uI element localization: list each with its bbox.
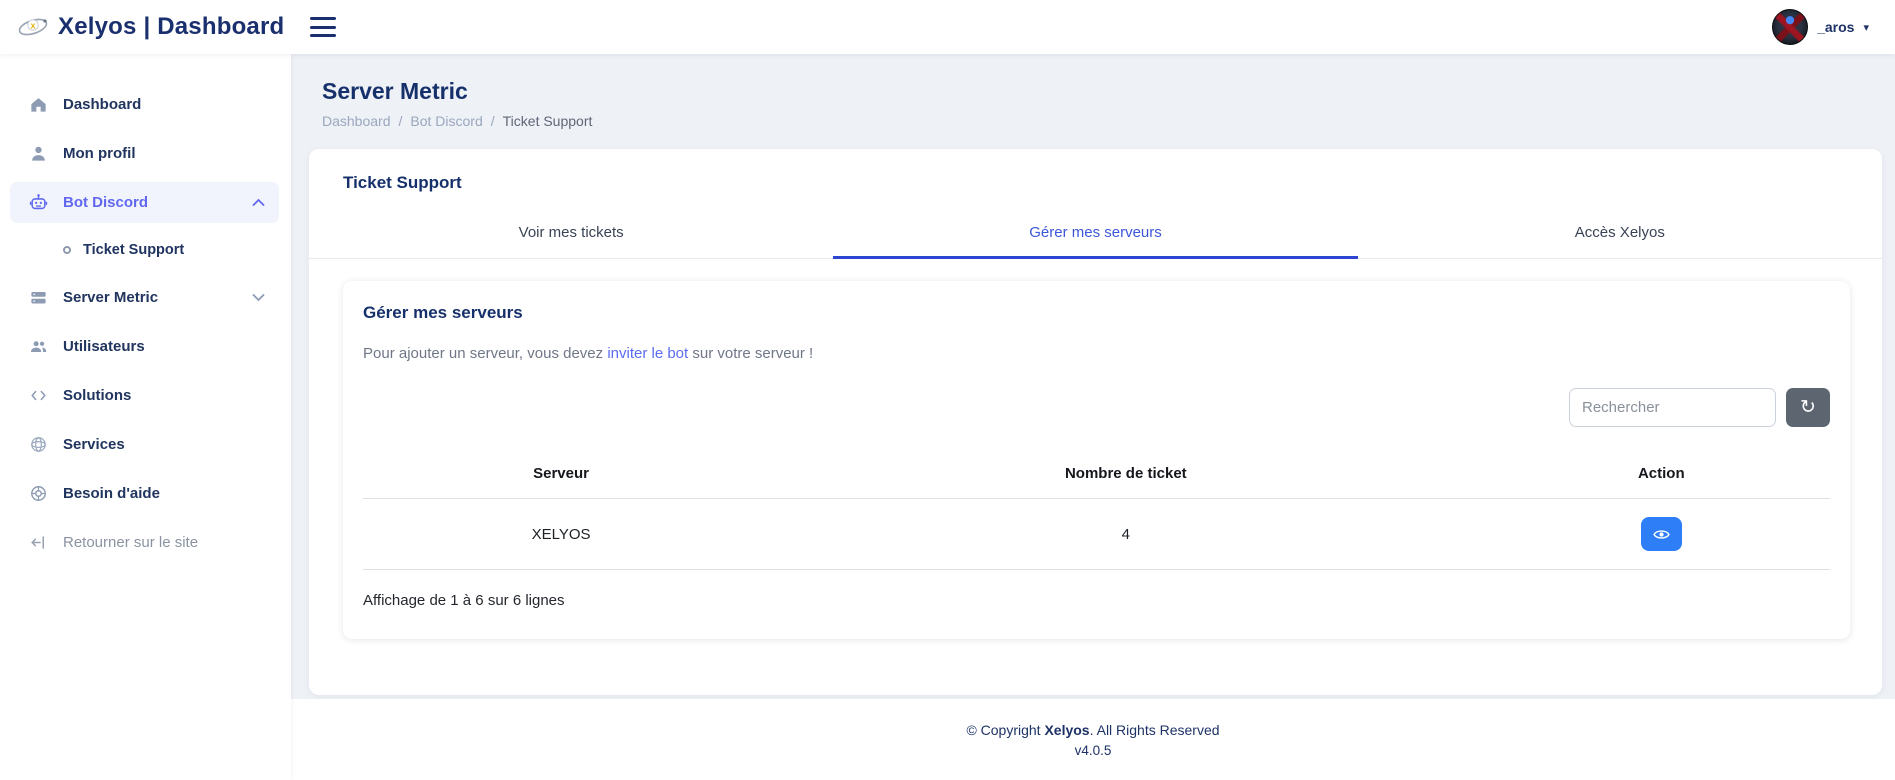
chevron-down-icon <box>252 293 265 302</box>
sidebar-item-mon-profil[interactable]: Mon profil <box>10 133 279 174</box>
cell-server-name: XELYOS <box>363 499 759 570</box>
breadcrumb-separator: / <box>399 113 403 129</box>
copyright-suffix: . All Rights Reserved <box>1090 722 1220 738</box>
version-label: v4.0.5 <box>1075 743 1112 758</box>
sidebar: Dashboard Mon profil <box>0 54 291 780</box>
home-icon <box>29 95 48 114</box>
breadcrumb-dashboard[interactable]: Dashboard <box>322 113 391 129</box>
breadcrumb-bot-discord[interactable]: Bot Discord <box>410 113 482 129</box>
col-nombre-de-ticket: Nombre de ticket <box>759 453 1493 499</box>
person-icon <box>29 144 48 163</box>
cell-ticket-count: 4 <box>759 499 1493 570</box>
sidebar-subitem-label: Ticket Support <box>83 242 184 258</box>
table-row: XELYOS 4 <box>363 499 1830 570</box>
page-title: Server Metric <box>322 78 1882 105</box>
app-window: x Xelyos | Dashboard _aros ▾ Dashboard <box>0 0 1895 780</box>
table-header-row: Serveur Nombre de ticket Action <box>363 453 1830 499</box>
sidebar-item-server-metric[interactable]: Server Metric <box>10 277 279 318</box>
footer-brand: Xelyos <box>1044 722 1089 738</box>
user-menu[interactable]: _aros ▾ <box>1772 9 1869 45</box>
sidebar-item-label: Utilisateurs <box>63 338 145 355</box>
servers-table: Serveur Nombre de ticket Action XELYOS 4 <box>363 453 1830 570</box>
sidebar-item-label: Services <box>63 436 125 453</box>
server-icon <box>29 288 48 307</box>
code-icon <box>29 386 48 405</box>
back-arrow-icon <box>29 533 48 552</box>
col-action: Action <box>1493 453 1830 499</box>
sidebar-item-dashboard[interactable]: Dashboard <box>10 84 279 125</box>
search-row: ↻ <box>363 388 1830 427</box>
content-area: Server Metric Dashboard / Bot Discord / … <box>291 54 1895 699</box>
tab-bar: Voir mes tickets Gérer mes serveurs Accè… <box>309 211 1882 259</box>
brand-title: Xelyos | Dashboard <box>58 13 284 41</box>
circle-bullet-icon <box>63 246 71 254</box>
breadcrumb-ticket-support: Ticket Support <box>503 113 593 129</box>
search-input[interactable] <box>1569 388 1776 427</box>
help-icon <box>29 484 48 503</box>
footer: © Copyright Xelyos. All Rights Reserved … <box>291 699 1895 780</box>
col-serveur: Serveur <box>363 453 759 499</box>
refresh-button[interactable]: ↻ <box>1786 388 1830 427</box>
ticket-support-card: Ticket Support Voir mes tickets Gérer me… <box>309 149 1882 695</box>
sidebar-item-label: Retourner sur le site <box>63 534 198 551</box>
view-server-button[interactable] <box>1641 517 1682 551</box>
refresh-icon: ↻ <box>1800 396 1816 419</box>
users-icon <box>29 337 48 356</box>
sidebar-item-bot-discord[interactable]: Bot Discord <box>10 182 279 223</box>
card-title: Ticket Support <box>309 149 1882 211</box>
sidebar-item-retourner-sur-le-site[interactable]: Retourner sur le site <box>10 522 279 563</box>
panel-description: Pour ajouter un serveur, vous devez invi… <box>363 345 1830 362</box>
panel-title: Gérer mes serveurs <box>363 303 1830 323</box>
sidebar-item-label: Server Metric <box>63 289 158 306</box>
avatar[interactable] <box>1772 9 1808 45</box>
hamburger-menu-icon[interactable] <box>310 17 336 37</box>
invite-bot-link[interactable]: inviter le bot <box>607 345 688 362</box>
desc-after: sur votre serveur ! <box>688 345 813 362</box>
servers-panel: Gérer mes serveurs Pour ajouter un serve… <box>343 281 1850 639</box>
pagination-info: Affichage de 1 à 6 sur 6 lignes <box>363 592 1830 609</box>
brand[interactable]: x Xelyos | Dashboard <box>16 12 284 42</box>
main-area: Server Metric Dashboard / Bot Discord / … <box>291 54 1895 780</box>
desc-before: Pour ajouter un serveur, vous devez <box>363 345 607 362</box>
tab-gerer-mes-serveurs[interactable]: Gérer mes serveurs <box>833 211 1357 259</box>
page-head: Server Metric Dashboard / Bot Discord / … <box>309 78 1882 129</box>
breadcrumb-separator: / <box>491 113 495 129</box>
robot-icon <box>29 193 48 212</box>
sidebar-item-label: Dashboard <box>63 96 141 113</box>
sidebar-item-label: Solutions <box>63 387 131 404</box>
tab-acces-xelyos[interactable]: Accès Xelyos <box>1358 211 1882 259</box>
xelyos-logo-icon: x <box>16 12 50 42</box>
tab-voir-mes-tickets[interactable]: Voir mes tickets <box>309 211 833 259</box>
copyright-prefix: © Copyright <box>966 722 1044 738</box>
sidebar-item-label: Mon profil <box>63 145 135 162</box>
sidebar-item-label: Bot Discord <box>63 194 148 211</box>
sidebar-item-services[interactable]: Services <box>10 424 279 465</box>
cell-action <box>1493 499 1830 570</box>
svg-text:x: x <box>30 21 35 31</box>
caret-down-icon: ▾ <box>1863 21 1869 34</box>
globe-icon <box>29 435 48 454</box>
top-header: x Xelyos | Dashboard _aros ▾ <box>0 0 1895 54</box>
chevron-up-icon <box>252 198 265 207</box>
sidebar-subitem-ticket-support[interactable]: Ticket Support <box>10 231 279 269</box>
sidebar-item-solutions[interactable]: Solutions <box>10 375 279 416</box>
sidebar-item-utilisateurs[interactable]: Utilisateurs <box>10 326 279 367</box>
eye-icon <box>1653 526 1670 543</box>
username: _aros <box>1817 19 1854 35</box>
breadcrumb: Dashboard / Bot Discord / Ticket Support <box>322 113 1882 129</box>
sidebar-item-label: Besoin d'aide <box>63 485 160 502</box>
copyright-line: © Copyright Xelyos. All Rights Reserved <box>966 722 1219 738</box>
sidebar-item-besoin-daide[interactable]: Besoin d'aide <box>10 473 279 514</box>
